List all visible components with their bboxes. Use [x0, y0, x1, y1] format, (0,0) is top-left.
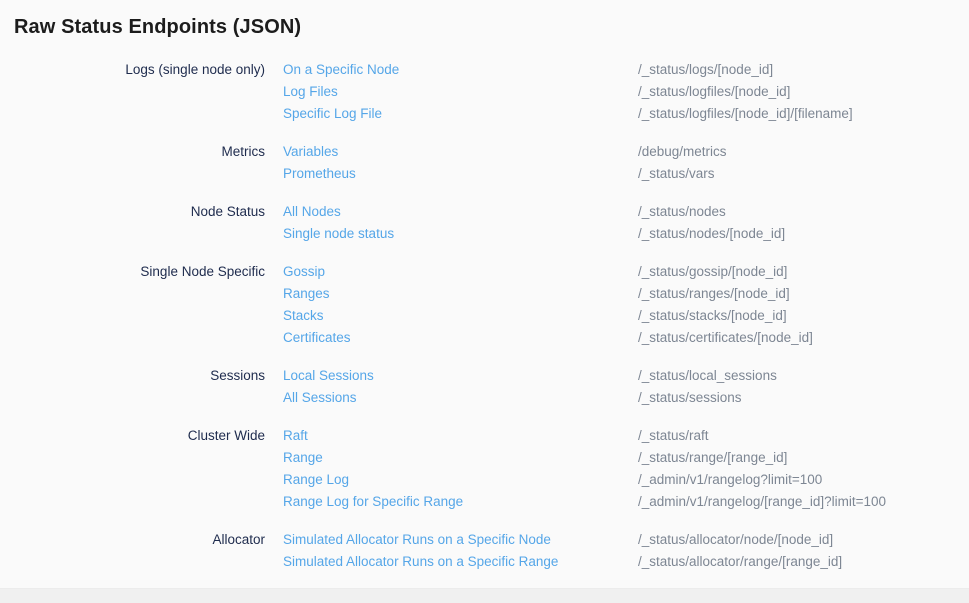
category-label — [14, 81, 265, 103]
endpoint-row: Certificates /_status/certificates/[node… — [0, 327, 969, 349]
category-label — [14, 327, 265, 349]
endpoint-row: Metrics Variables /debug/metrics — [0, 141, 969, 163]
endpoint-link[interactable]: Prometheus — [283, 163, 620, 185]
endpoint-path: /_status/raft — [638, 425, 969, 447]
endpoint-path: /_admin/v1/rangelog?limit=100 — [638, 469, 969, 491]
category-label: Logs (single node only) — [14, 59, 265, 81]
endpoint-path: /_status/local_sessions — [638, 365, 969, 387]
endpoint-row: Single node status /_status/nodes/[node_… — [0, 223, 969, 245]
endpoint-section: Single Node Specific Gossip /_status/gos… — [0, 261, 969, 349]
debug-endpoints-page: Raw Status Endpoints (JSON) Logs (single… — [0, 0, 969, 603]
category-label — [14, 103, 265, 125]
endpoint-row: Range Log /_admin/v1/rangelog?limit=100 — [0, 469, 969, 491]
category-label — [14, 551, 265, 573]
endpoint-section: Cluster Wide Raft /_status/raft Range /_… — [0, 425, 969, 513]
endpoint-row: Range /_status/range/[range_id] — [0, 447, 969, 469]
endpoint-path: /_status/nodes — [638, 201, 969, 223]
endpoint-link[interactable]: Ranges — [283, 283, 620, 305]
endpoint-link[interactable]: All Sessions — [283, 387, 620, 409]
endpoint-path: /_admin/v1/rangelog/[range_id]?limit=100 — [638, 491, 969, 513]
endpoint-link[interactable]: Specific Log File — [283, 103, 620, 125]
category-label: Single Node Specific — [14, 261, 265, 283]
endpoint-row: Allocator Simulated Allocator Runs on a … — [0, 529, 969, 551]
endpoint-row: Cluster Wide Raft /_status/raft — [0, 425, 969, 447]
endpoint-link[interactable]: Certificates — [283, 327, 620, 349]
endpoint-row: Log Files /_status/logfiles/[node_id] — [0, 81, 969, 103]
endpoint-link[interactable]: Single node status — [283, 223, 620, 245]
endpoint-link[interactable]: Range Log — [283, 469, 620, 491]
endpoint-section: Metrics Variables /debug/metrics Prometh… — [0, 141, 969, 185]
endpoint-section: Sessions Local Sessions /_status/local_s… — [0, 365, 969, 409]
endpoint-row: Ranges /_status/ranges/[node_id] — [0, 283, 969, 305]
endpoint-path: /_status/allocator/node/[node_id] — [638, 529, 969, 551]
endpoint-row: Logs (single node only) On a Specific No… — [0, 59, 969, 81]
endpoint-link[interactable]: Simulated Allocator Runs on a Specific R… — [283, 551, 620, 573]
endpoint-row: Node Status All Nodes /_status/nodes — [0, 201, 969, 223]
category-label — [14, 163, 265, 185]
category-label: Sessions — [14, 365, 265, 387]
endpoint-path: /_status/logs/[node_id] — [638, 59, 969, 81]
endpoint-link[interactable]: Variables — [283, 141, 620, 163]
category-label — [14, 223, 265, 245]
category-label — [14, 283, 265, 305]
endpoint-link[interactable]: Raft — [283, 425, 620, 447]
endpoint-path: /_status/ranges/[node_id] — [638, 283, 969, 305]
endpoint-link[interactable]: Range Log for Specific Range — [283, 491, 620, 513]
category-label — [14, 447, 265, 469]
endpoint-link[interactable]: Simulated Allocator Runs on a Specific N… — [283, 529, 620, 551]
category-label: Node Status — [14, 201, 265, 223]
endpoint-row: Specific Log File /_status/logfiles/[nod… — [0, 103, 969, 125]
endpoint-link[interactable]: On a Specific Node — [283, 59, 620, 81]
category-label — [14, 469, 265, 491]
page-title: Raw Status Endpoints (JSON) — [0, 0, 969, 39]
endpoint-path: /_status/allocator/range/[range_id] — [638, 551, 969, 573]
endpoint-path: /_status/vars — [638, 163, 969, 185]
endpoint-row: Single Node Specific Gossip /_status/gos… — [0, 261, 969, 283]
endpoint-section: Allocator Simulated Allocator Runs on a … — [0, 529, 969, 573]
endpoint-link[interactable]: Gossip — [283, 261, 620, 283]
endpoint-row: Sessions Local Sessions /_status/local_s… — [0, 365, 969, 387]
endpoint-path: /_status/logfiles/[node_id] — [638, 81, 969, 103]
endpoint-sections: Logs (single node only) On a Specific No… — [0, 39, 969, 573]
endpoint-row: Stacks /_status/stacks/[node_id] — [0, 305, 969, 327]
category-label: Cluster Wide — [14, 425, 265, 447]
endpoint-path: /_status/range/[range_id] — [638, 447, 969, 469]
category-label: Allocator — [14, 529, 265, 551]
endpoint-link[interactable]: Stacks — [283, 305, 620, 327]
endpoint-section: Logs (single node only) On a Specific No… — [0, 59, 969, 125]
endpoint-path: /_status/sessions — [638, 387, 969, 409]
endpoint-row: Range Log for Specific Range /_admin/v1/… — [0, 491, 969, 513]
endpoint-link[interactable]: Range — [283, 447, 620, 469]
endpoint-row: All Sessions /_status/sessions — [0, 387, 969, 409]
endpoint-path: /_status/logfiles/[node_id]/[filename] — [638, 103, 969, 125]
endpoint-path: /_status/nodes/[node_id] — [638, 223, 969, 245]
category-label: Metrics — [14, 141, 265, 163]
endpoint-link[interactable]: All Nodes — [283, 201, 620, 223]
endpoint-path: /debug/metrics — [638, 141, 969, 163]
category-label — [14, 305, 265, 327]
endpoint-row: Simulated Allocator Runs on a Specific R… — [0, 551, 969, 573]
endpoint-section: Node Status All Nodes /_status/nodes Sin… — [0, 201, 969, 245]
endpoint-path: /_status/certificates/[node_id] — [638, 327, 969, 349]
category-label — [14, 387, 265, 409]
endpoint-path: /_status/gossip/[node_id] — [638, 261, 969, 283]
category-label — [14, 491, 265, 513]
endpoint-link[interactable]: Log Files — [283, 81, 620, 103]
footer-strip — [0, 588, 969, 603]
endpoint-link[interactable]: Local Sessions — [283, 365, 620, 387]
endpoint-row: Prometheus /_status/vars — [0, 163, 969, 185]
endpoint-path: /_status/stacks/[node_id] — [638, 305, 969, 327]
